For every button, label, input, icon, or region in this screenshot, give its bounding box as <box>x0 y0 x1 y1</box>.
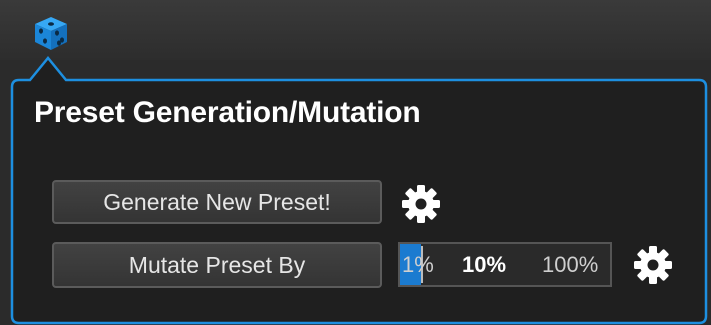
generate-settings-button[interactable] <box>398 181 444 227</box>
generate-new-preset-button[interactable]: Generate New Preset! <box>52 180 382 224</box>
mutation-amount-slider[interactable]: 1% 10% 100% <box>398 242 612 287</box>
panel-title: Preset Generation/Mutation <box>34 96 421 129</box>
gear-icon <box>402 185 440 223</box>
mutate-settings-button[interactable] <box>630 242 676 288</box>
dice-button[interactable] <box>28 12 74 54</box>
dice-icon <box>35 17 67 50</box>
mutate-preset-button[interactable]: Mutate Preset By <box>52 242 382 288</box>
slider-option-1[interactable]: 1% <box>402 244 434 285</box>
slider-option-10[interactable]: 10% <box>462 244 506 285</box>
gear-icon <box>634 246 672 284</box>
slider-option-100[interactable]: 100% <box>542 244 598 285</box>
top-toolbar <box>0 0 711 60</box>
